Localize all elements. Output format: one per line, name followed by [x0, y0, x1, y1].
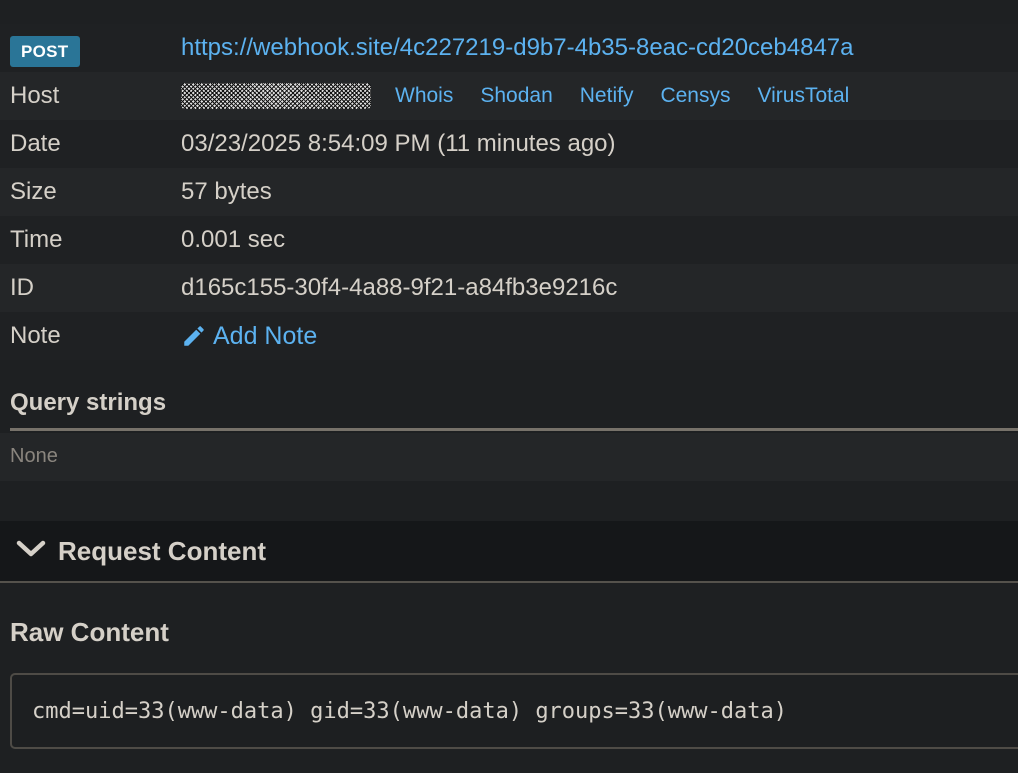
censys-link[interactable]: Censys — [660, 84, 730, 108]
note-label: Note — [10, 322, 61, 349]
chevron-down-icon — [16, 540, 46, 557]
request-detail-page: POST https://webhook.site/4c227219-d9b7-… — [0, 0, 1018, 773]
date-value: 03/23/2025 8:54:09 PM (11 minutes ago) — [181, 130, 616, 157]
raw-content-box[interactable]: cmd=uid=33(www-data) gid=33(www-data) gr… — [10, 673, 1018, 749]
time-label: Time — [10, 226, 63, 253]
time-value: 0.001 sec — [181, 226, 286, 253]
netify-link[interactable]: Netify — [580, 84, 634, 108]
pencil-icon — [184, 326, 204, 346]
id-row: ID d165c155-30f4-4a88-9f21-a84fb3e9216c — [0, 264, 1018, 312]
add-note-link[interactable]: Add Note — [181, 322, 317, 351]
request-content-toggle[interactable]: Request Content — [0, 521, 1018, 583]
query-strings-empty-row: None — [0, 433, 1018, 481]
whois-link[interactable]: Whois — [395, 84, 453, 108]
date-row: Date 03/23/2025 8:54:09 PM (11 minutes a… — [0, 120, 1018, 168]
size-value: 57 bytes — [181, 178, 272, 205]
host-label: Host — [10, 82, 60, 109]
query-strings-empty-text: None — [10, 445, 58, 467]
host-value: Whois Shodan Netify Censys VirusTotal — [181, 83, 876, 109]
url-row: POST https://webhook.site/4c227219-d9b7-… — [0, 24, 1018, 72]
id-value: d165c155-30f4-4a88-9f21-a84fb3e9216c — [181, 274, 618, 301]
request-content-heading: Request Content — [58, 536, 266, 566]
raw-content-heading: Raw Content — [10, 617, 169, 647]
time-row: Time 0.001 sec — [0, 216, 1018, 264]
date-label: Date — [10, 130, 61, 157]
host-row: Host Whois Shodan Netify Censys VirusTot… — [0, 72, 1018, 120]
id-label: ID — [10, 274, 34, 301]
size-label: Size — [10, 178, 57, 205]
request-url-link[interactable]: https://webhook.site/4c227219-d9b7-4b35-… — [181, 34, 854, 62]
shodan-link[interactable]: Shodan — [480, 84, 552, 108]
request-details-table: POST https://webhook.site/4c227219-d9b7-… — [0, 24, 1018, 360]
note-row: Note Add Note — [0, 312, 1018, 360]
query-strings-heading: Query strings — [10, 389, 167, 416]
redacted-host-ip — [181, 83, 371, 109]
size-row: Size 57 bytes — [0, 168, 1018, 216]
method-badge: POST — [10, 36, 80, 67]
query-strings-divider — [10, 428, 1018, 431]
raw-content-body: cmd=uid=33(www-data) gid=33(www-data) gr… — [32, 699, 787, 724]
add-note-label: Add Note — [213, 321, 318, 350]
virustotal-link[interactable]: VirusTotal — [757, 84, 849, 108]
